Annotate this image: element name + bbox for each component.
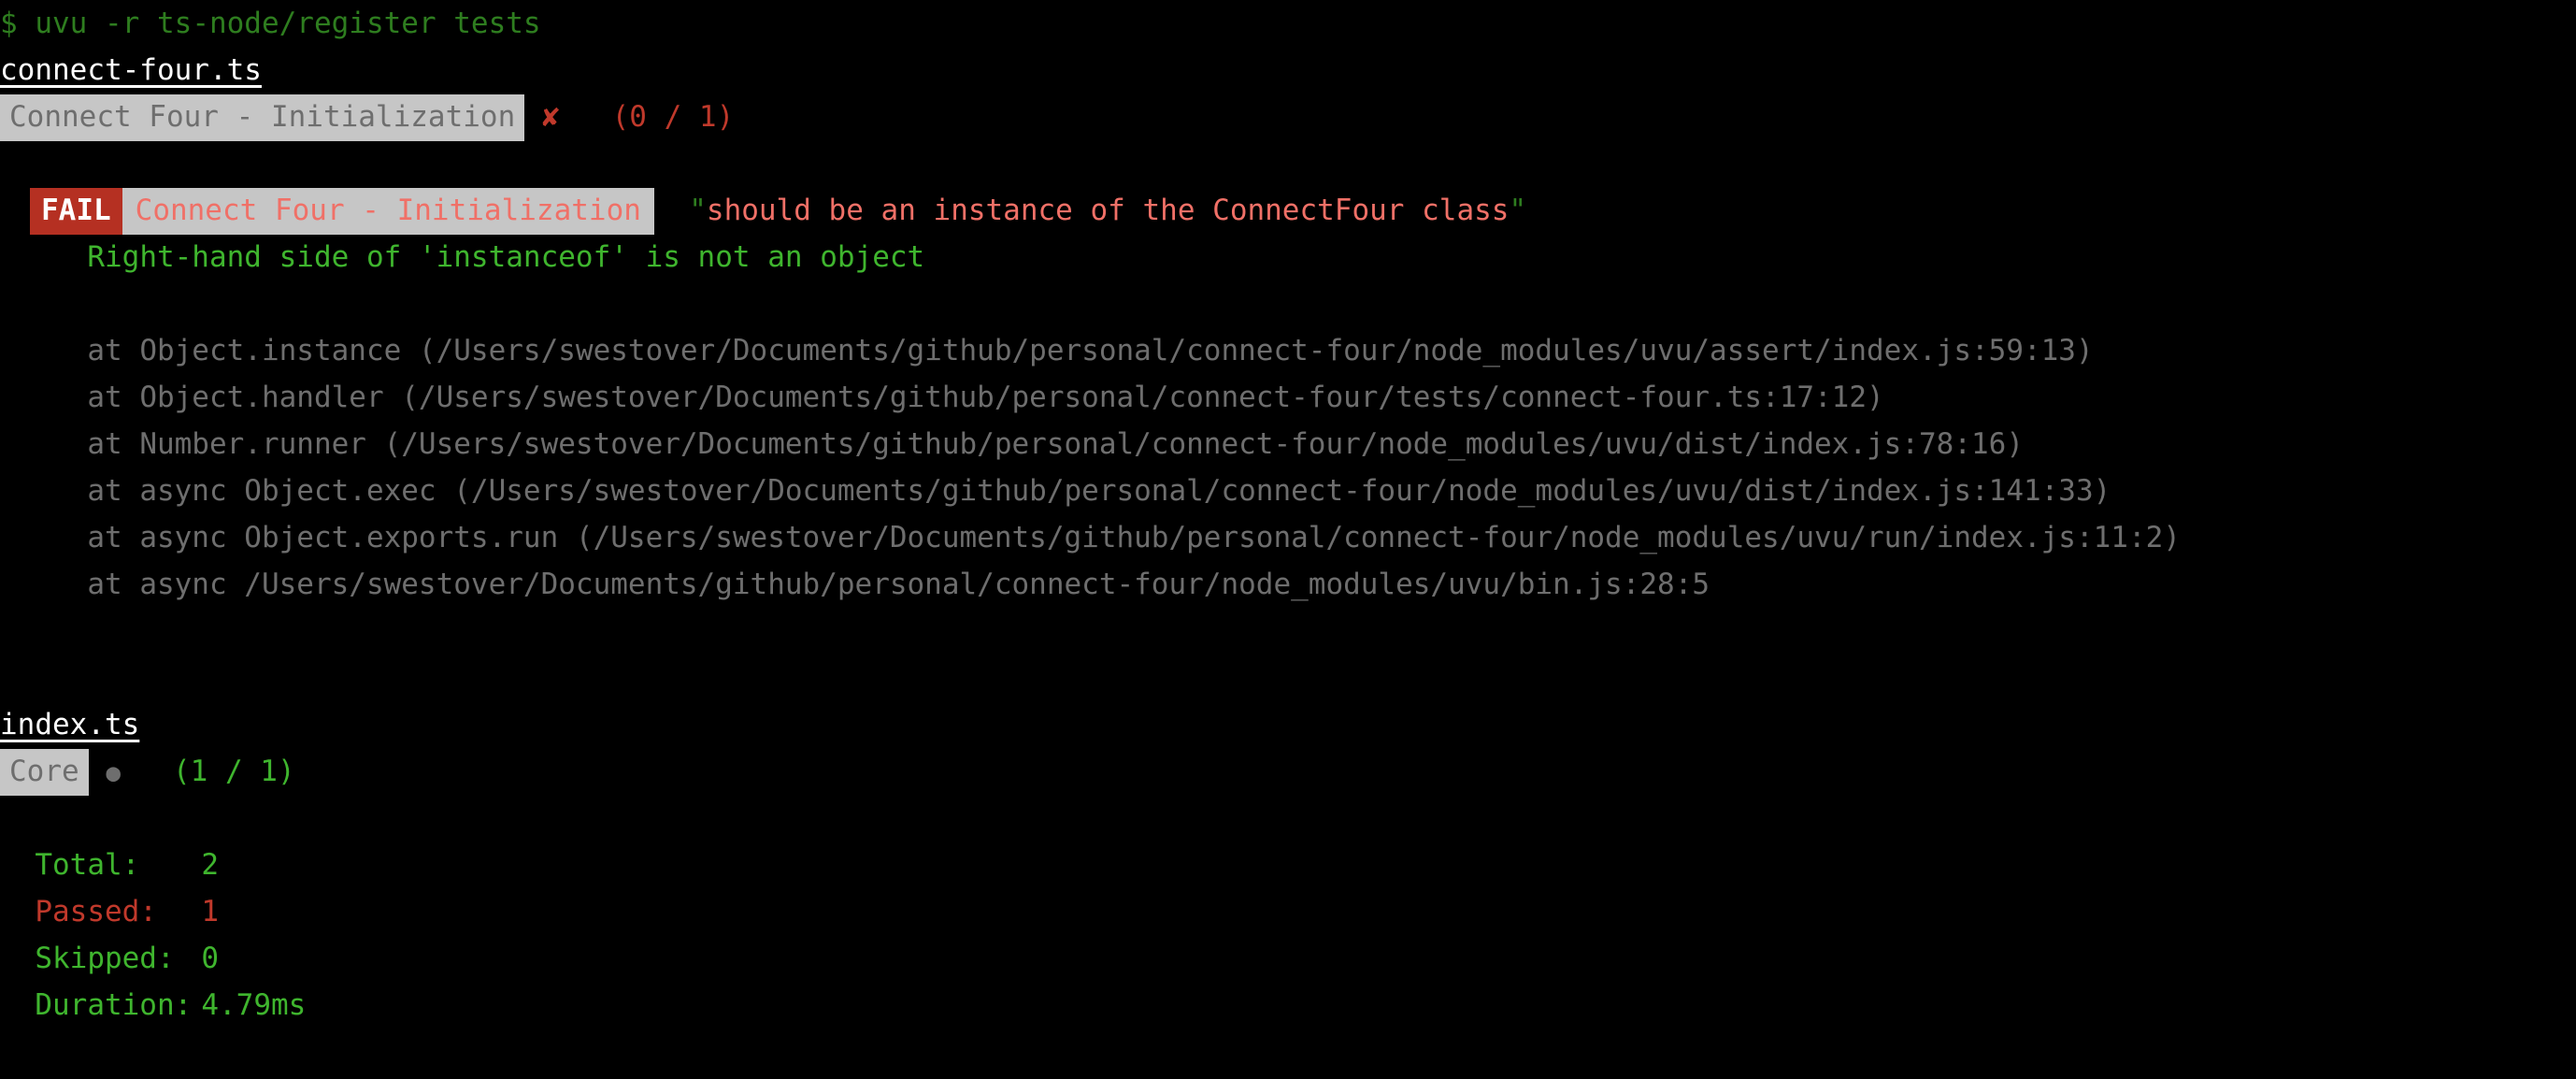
command-text: uvu -r ts-node/register tests bbox=[35, 7, 541, 40]
stack-trace-text: at async Object.exec (/Users/swestover/D… bbox=[87, 474, 2111, 508]
summary-skipped-row: Skipped: 0 bbox=[0, 935, 2576, 982]
prompt-symbol: $ bbox=[0, 7, 18, 40]
summary-skipped-value: 0 bbox=[201, 942, 219, 975]
summary-duration-label: Duration: bbox=[35, 988, 193, 1022]
stack-trace-line: at async Object.exports.run (/Users/swes… bbox=[0, 514, 2576, 561]
suite-counts: (1 / 1) bbox=[172, 755, 295, 788]
suite-name-chip: Connect Four - Initialization bbox=[0, 94, 525, 141]
stack-trace-text: at async Object.exports.run (/Users/swes… bbox=[87, 521, 2181, 554]
suite-file-name: index.ts bbox=[0, 708, 140, 741]
stack-trace-text: at Number.runner (/Users/swestover/Docum… bbox=[87, 427, 2024, 461]
command-line: $ uvu -r ts-node/register tests bbox=[0, 0, 2576, 47]
quote-open: " bbox=[689, 194, 707, 227]
fail-test-name: should be an instance of the ConnectFour… bbox=[706, 194, 1510, 227]
fail-marker-icon: ✘ bbox=[541, 100, 560, 134]
suite-file-index: index.ts bbox=[0, 701, 2576, 748]
error-message: Right-hand side of 'instanceof' is not a… bbox=[87, 240, 925, 274]
stack-trace-line: at async /Users/swestover/Documents/gith… bbox=[0, 561, 2576, 608]
stack-trace-line: at async Object.exec (/Users/swestover/D… bbox=[0, 468, 2576, 514]
suite-file-connect-four: connect-four.ts bbox=[0, 47, 2576, 94]
stack-trace-line: at Object.instance (/Users/swestover/Doc… bbox=[0, 327, 2576, 374]
stack-trace-text: at Object.handler (/Users/swestover/Docu… bbox=[87, 381, 1884, 414]
fail-badge: FAIL bbox=[30, 188, 122, 235]
summary-passed-row: Passed: 1 bbox=[0, 888, 2576, 935]
summary-passed-label: Passed: bbox=[35, 895, 157, 928]
suite-counts: (0 / 1) bbox=[611, 100, 735, 134]
stack-trace-line: at Object.handler (/Users/swestover/Docu… bbox=[0, 374, 2576, 421]
pass-dot-icon: ● bbox=[106, 759, 121, 787]
summary-duration-value: 4.79ms bbox=[201, 988, 307, 1022]
summary-total-label: Total: bbox=[35, 848, 140, 882]
quote-close: " bbox=[1509, 194, 1527, 227]
suite-header-core: Core ● (1 / 1) bbox=[0, 748, 2576, 796]
error-message-row: Right-hand side of 'instanceof' is not a… bbox=[0, 234, 2576, 281]
fail-suite-name: Connect Four - Initialization bbox=[122, 188, 654, 235]
summary-duration-row: Duration: 4.79ms bbox=[0, 982, 2576, 1029]
summary-total-row: Total: 2 bbox=[0, 842, 2576, 888]
stack-trace-text: at async /Users/swestover/Documents/gith… bbox=[87, 568, 1710, 601]
summary-skipped-label: Skipped: bbox=[35, 942, 175, 975]
suite-file-name: connect-four.ts bbox=[0, 53, 262, 87]
suite-name-chip: Core bbox=[0, 749, 89, 796]
terminal-window: $ uvu -r ts-node/register tests connect-… bbox=[0, 0, 2576, 1079]
failure-header-row: FAIL Connect Four - Initialization "shoul… bbox=[0, 187, 2576, 235]
summary-total-value: 2 bbox=[201, 848, 219, 882]
stack-trace-text: at Object.instance (/Users/swestover/Doc… bbox=[87, 334, 2094, 367]
suite-header-connect-four: Connect Four - Initialization ✘ (0 / 1) bbox=[0, 94, 2576, 141]
stack-trace-line: at Number.runner (/Users/swestover/Docum… bbox=[0, 421, 2576, 468]
summary-passed-value: 1 bbox=[201, 895, 219, 928]
